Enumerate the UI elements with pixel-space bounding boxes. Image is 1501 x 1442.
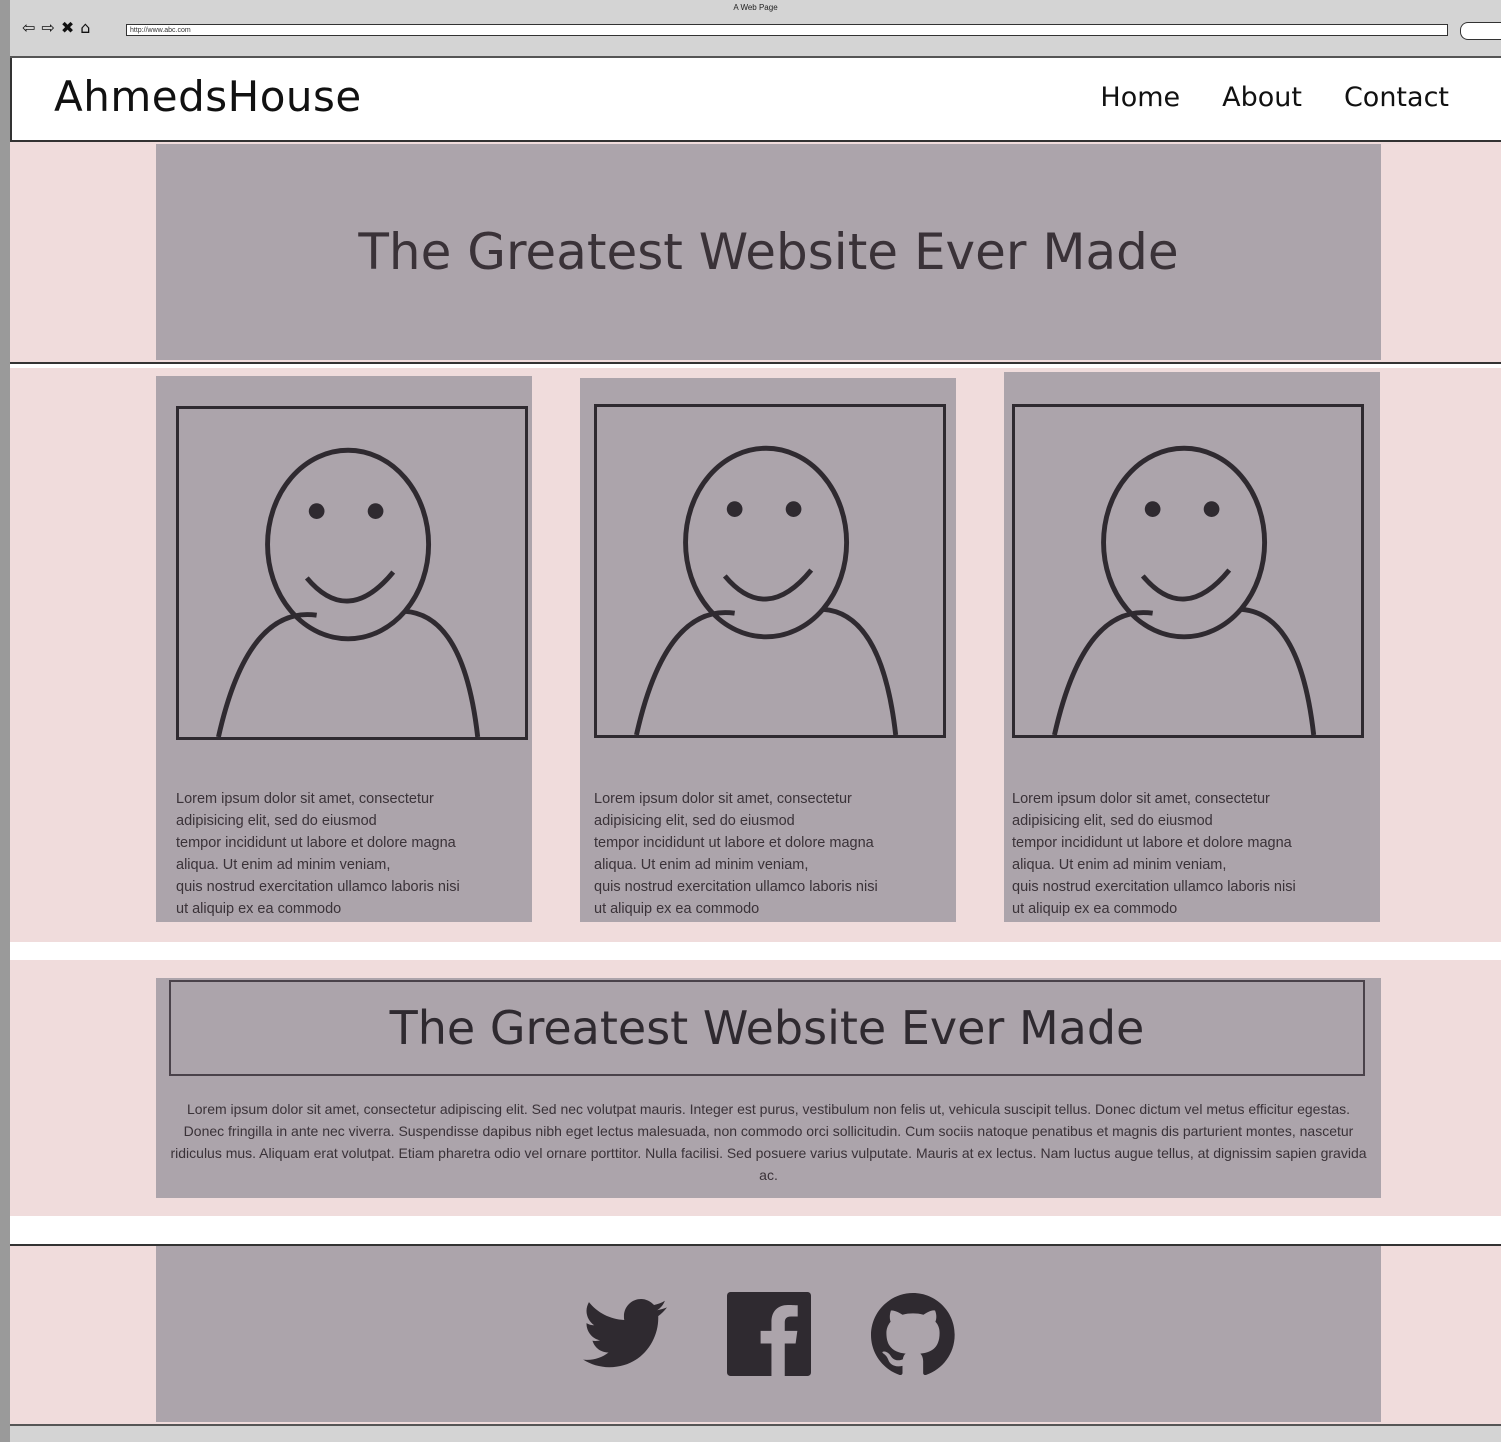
- nav-about[interactable]: About: [1222, 82, 1302, 113]
- main-nav: Home About Contact: [1100, 82, 1449, 113]
- site-header: AhmedsHouse Home About Contact: [10, 58, 1501, 142]
- card-text: Lorem ipsum dolor sit amet, consectetur …: [176, 791, 460, 917]
- feature-text: Lorem ipsum dolor sit amet, consectetur …: [170, 1101, 1367, 1183]
- card-text: Lorem ipsum dolor sit amet, consectetur …: [1012, 791, 1296, 917]
- address-bar[interactable]: http://www.abc.com: [126, 24, 1448, 36]
- search-field[interactable]: [1460, 22, 1501, 40]
- back-icon[interactable]: ⇦: [22, 18, 35, 37]
- site-footer: [156, 1246, 1381, 1422]
- feature-section: The Greatest Website Ever Made Lorem ips…: [156, 978, 1381, 1198]
- avatar-placeholder: [594, 404, 946, 738]
- section-gap: [10, 364, 1501, 368]
- window-title: A Web Page: [733, 3, 778, 12]
- avatar-placeholder: [1012, 404, 1364, 738]
- profile-card: Lorem ipsum dolor sit amet, consectetur …: [1004, 372, 1380, 922]
- facebook-icon[interactable]: [723, 1288, 815, 1380]
- person-icon: [1052, 445, 1317, 735]
- profile-card: Lorem ipsum dolor sit amet, consectetur …: [156, 376, 532, 922]
- browser-status-bar: [10, 1424, 1501, 1442]
- site-logo[interactable]: AhmedsHouse: [54, 72, 362, 121]
- stop-icon[interactable]: ✖: [61, 18, 74, 37]
- browser-window: A Web Page ⇦ ⇨ ✖ ⌂ http://www.abc.com Ah…: [10, 0, 1501, 1442]
- person-icon: [216, 447, 481, 737]
- avatar-placeholder: [176, 406, 528, 740]
- nav-home[interactable]: Home: [1100, 82, 1180, 113]
- profile-card: Lorem ipsum dolor sit amet, consectetur …: [580, 378, 956, 922]
- home-icon[interactable]: ⌂: [80, 18, 90, 37]
- section-gap: [10, 942, 1501, 960]
- hero-banner: The Greatest Website Ever Made: [156, 144, 1381, 360]
- person-icon: [634, 445, 899, 735]
- feature-title: The Greatest Website Ever Made: [389, 1001, 1145, 1055]
- section-gap: [10, 1216, 1501, 1244]
- feature-title-box: The Greatest Website Ever Made: [169, 980, 1365, 1076]
- forward-icon[interactable]: ⇨: [41, 18, 54, 37]
- github-icon[interactable]: [867, 1288, 959, 1380]
- twitter-icon[interactable]: [579, 1288, 671, 1380]
- hero-title: The Greatest Website Ever Made: [358, 223, 1179, 281]
- card-text: Lorem ipsum dolor sit amet, consectetur …: [594, 791, 878, 917]
- browser-chrome: A Web Page ⇦ ⇨ ✖ ⌂ http://www.abc.com: [10, 0, 1501, 58]
- nav-contact[interactable]: Contact: [1344, 82, 1449, 113]
- browser-nav-buttons: ⇦ ⇨ ✖ ⌂: [22, 18, 90, 37]
